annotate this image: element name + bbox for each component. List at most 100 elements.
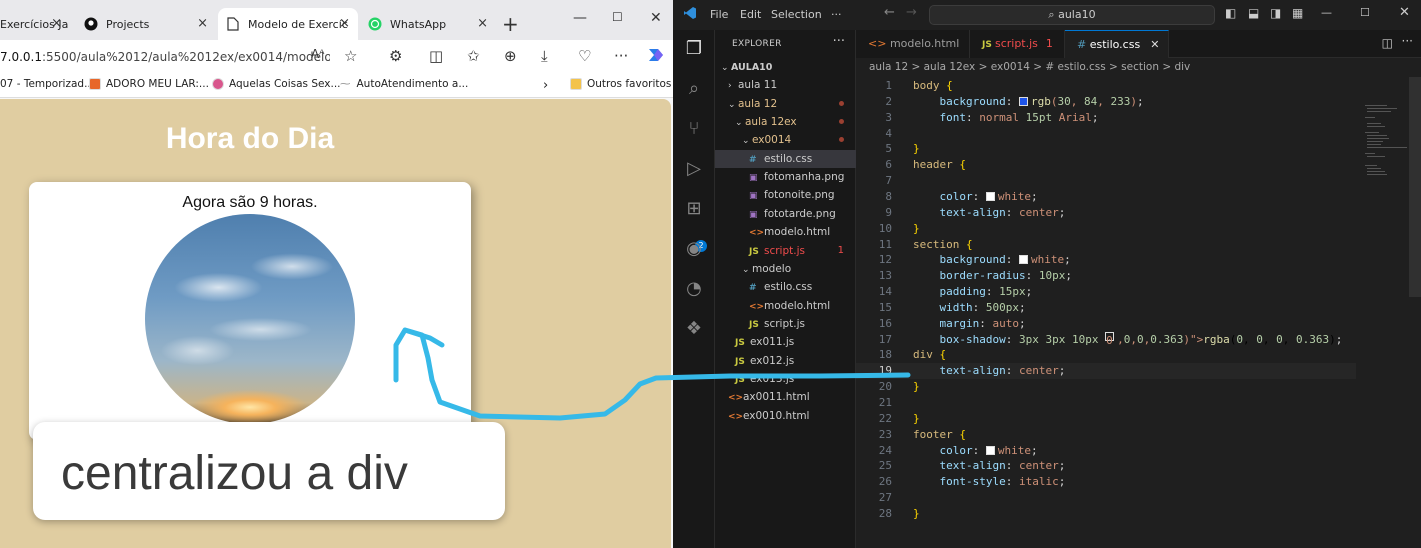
tree-folder[interactable]: ⌄ AULA10 (715, 58, 856, 76)
extensions-icon[interactable]: ⚙ (389, 47, 402, 65)
code-line[interactable]: 18 div { (856, 347, 1356, 363)
browser-tab-exercicios[interactable]: Exercícios Ja × (0, 8, 70, 40)
browser-tab-modelo[interactable]: Modelo de Exercício × (218, 8, 358, 40)
split-screen-icon[interactable]: ◫ (429, 47, 443, 65)
menu-edit[interactable]: Edit (740, 8, 761, 21)
menu-file[interactable]: File (710, 8, 728, 21)
favorite-item[interactable]: 07 - Temporizad... (0, 78, 94, 90)
tree-file[interactable]: # estilo.css (715, 149, 856, 168)
code-line[interactable]: 1 body { (856, 78, 1356, 94)
tree-file[interactable]: JS ex011.js (715, 333, 856, 351)
extensions-icon[interactable]: ⊞ (683, 198, 705, 220)
editor-tab-modelo-html[interactable]: <> modelo.html (856, 30, 970, 58)
code-line[interactable]: 14 padding: 15px; (856, 284, 1356, 300)
code-line[interactable]: 17 box-shadow: 3px 3px 10px 0,0,0,0.363)… (856, 331, 1356, 348)
code-line[interactable]: 4 (856, 126, 1356, 142)
menu-more[interactable]: ··· (831, 8, 842, 21)
editor-scrollbar[interactable] (1409, 77, 1421, 297)
tree-folder[interactable]: ⌄ aula 12 (715, 95, 856, 113)
close-window-icon[interactable]: ✕ (650, 10, 662, 26)
address-bar[interactable]: 7.0.0.1:5500/aula%2012/aula%2012ex/ex001… (0, 44, 330, 70)
code-editor[interactable]: 1 body {2 background: rgb(30, 84, 233); 3 … (856, 77, 1356, 548)
tree-file[interactable]: <>ex0010.html (715, 407, 856, 425)
tree-folder[interactable]: › aula 11 (715, 76, 856, 94)
close-icon[interactable]: × (51, 16, 62, 31)
code-line[interactable]: 25 text-align: center; (856, 458, 1356, 474)
code-line[interactable]: 22} (856, 411, 1356, 427)
other-favorites[interactable]: Outros favoritos (570, 78, 671, 90)
menu-selection[interactable]: Selection (771, 8, 822, 21)
favorite-item[interactable]: ⁓ AutoAtendimento a... (340, 78, 468, 90)
code-line[interactable]: 23 footer { (856, 427, 1356, 443)
code-line[interactable]: 7 (856, 173, 1356, 189)
chevron-right-icon[interactable]: › (543, 78, 548, 93)
code-line[interactable]: 26 font-style: italic; (856, 474, 1356, 490)
maximize-icon[interactable]: ☐ (1360, 6, 1370, 19)
favorites-icon[interactable]: ✩ (467, 47, 480, 65)
code-line[interactable]: 19 text-align: center; (856, 363, 1356, 380)
star-icon[interactable]: ☆ (344, 47, 357, 65)
more-actions-icon[interactable]: ··· (1402, 34, 1413, 48)
code-line[interactable]: 8 color: white; (856, 189, 1356, 205)
python-icon[interactable]: ❖ (683, 318, 705, 340)
tree-folder[interactable]: ⌄ modelo (715, 260, 856, 278)
close-icon[interactable]: × (477, 16, 488, 31)
code-line[interactable]: 11 section { (856, 237, 1356, 253)
browser-tab-projects[interactable]: Projects × (76, 8, 216, 40)
forward-arrow-icon[interactable]: → (906, 5, 917, 20)
code-line[interactable]: 20} (856, 379, 1356, 395)
tree-file[interactable]: ▣ fotonoite.png (715, 186, 856, 204)
explorer-icon[interactable]: ❐ (683, 38, 705, 60)
tree-file[interactable]: JS script.js (715, 315, 856, 333)
performance-icon[interactable]: ♡ (578, 47, 591, 65)
favorite-item[interactable]: ADORO MEU LAR:... (89, 78, 209, 90)
code-line[interactable]: 15 width: 500px; (856, 300, 1356, 316)
search-icon[interactable]: ⌕ (683, 78, 705, 100)
code-line[interactable]: 10} (856, 221, 1356, 237)
code-line[interactable]: 12 background: white; (856, 252, 1356, 268)
tree-file[interactable]: # estilo.css (715, 278, 856, 296)
more-icon[interactable]: ··· (614, 47, 628, 65)
minimize-icon[interactable]: — (573, 10, 587, 26)
code-line[interactable]: 5} (856, 141, 1356, 157)
maximize-icon[interactable]: ☐ (612, 10, 623, 24)
downloads-icon[interactable]: ⤓ (541, 47, 548, 65)
code-line[interactable]: 28} (856, 506, 1356, 522)
code-line[interactable]: 13 border-radius: 10px; (856, 268, 1356, 284)
tree-folder[interactable]: ⌄ ex0014 (715, 131, 856, 149)
tree-file[interactable]: ▣ fototarde.png (715, 205, 856, 223)
code-line[interactable]: 3 font: normal 15pt Arial; (856, 110, 1356, 126)
code-line[interactable]: 9 text-align: center; (856, 205, 1356, 221)
toggle-panel-icon[interactable]: ⬓ (1248, 6, 1259, 20)
more-actions-icon[interactable]: ··· (833, 34, 845, 49)
browser-tab-whatsapp[interactable]: WhatsApp × (360, 8, 496, 40)
code-line[interactable]: 24 color: white; (856, 443, 1356, 459)
code-line[interactable]: 21 (856, 395, 1356, 411)
command-center[interactable]: ⌕ aula10 (929, 5, 1215, 25)
editor-tab-estilo-css[interactable]: # estilo.css ✕ (1065, 30, 1169, 58)
tree-file[interactable]: JS ex012.js (715, 352, 856, 370)
code-line[interactable]: 27 (856, 490, 1356, 506)
close-icon[interactable]: × (339, 16, 350, 31)
source-control-icon[interactable]: ⑂ (683, 118, 705, 140)
close-icon[interactable]: ✕ (1150, 38, 1159, 51)
minimize-icon[interactable]: — (1321, 6, 1332, 19)
tree-file[interactable]: JS ex013.js (715, 370, 856, 388)
tree-file[interactable]: <>ax0011.html (715, 388, 856, 406)
editor-tab-script-js[interactable]: JS script.js 1 (970, 30, 1065, 58)
close-icon[interactable]: × (197, 16, 208, 31)
tree-file[interactable]: ▣ fotomanha.png (715, 168, 856, 186)
edge-devtools-icon[interactable]: ◔ (683, 278, 705, 300)
toggle-sidebar-icon[interactable]: ◧ (1225, 6, 1236, 20)
tree-file[interactable]: JS script.js 1 (715, 242, 856, 260)
code-line[interactable]: 2 background: rgb(30, 84, 233); (856, 94, 1356, 110)
git-graph-icon[interactable]: ◉ (683, 238, 705, 260)
code-line[interactable]: 6 header { (856, 157, 1356, 173)
back-arrow-icon[interactable]: ← (884, 5, 895, 20)
run-debug-icon[interactable]: ▷ (683, 158, 705, 180)
new-tab-button[interactable]: + (502, 14, 519, 34)
tree-folder[interactable]: ⌄ aula 12ex (715, 113, 856, 131)
tree-file[interactable]: <>modelo.html (715, 297, 856, 315)
split-editor-icon[interactable]: ◫ (1382, 36, 1393, 50)
close-window-icon[interactable]: ✕ (1399, 5, 1410, 20)
